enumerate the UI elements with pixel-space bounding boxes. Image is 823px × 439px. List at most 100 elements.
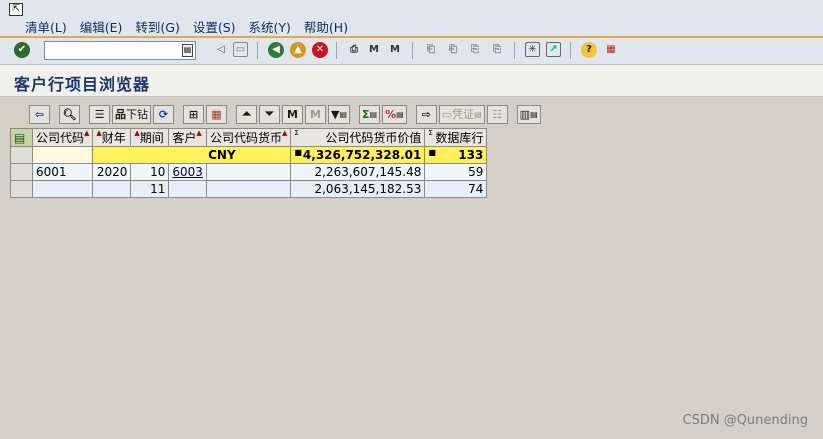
command-field[interactable]: ▤ [44, 41, 196, 60]
back-arrow-button[interactable]: ⇦ [29, 104, 50, 124]
cell-period[interactable]: 11 [130, 180, 170, 198]
cell-period[interactable]: 10 [130, 163, 170, 181]
subtotal-button[interactable]: % ▤ [382, 104, 407, 124]
layout-icon[interactable]: ▦ [603, 42, 619, 58]
total-currency-cell[interactable]: CNY [92, 146, 292, 164]
column-header-currency[interactable]: 公司代码货币▲ [205, 128, 292, 147]
binoculars-plus-icon: M [310, 107, 321, 121]
menu-goto[interactable]: 转到(G) [135, 17, 179, 36]
back-icon[interactable]: ◀ [268, 42, 284, 58]
next-page-icon[interactable]: ⎘ [467, 42, 483, 58]
menu-settings[interactable]: 设置(S) [193, 17, 236, 36]
triangle-left-icon[interactable]: ◁ [213, 42, 229, 58]
cell-value[interactable]: 2,063,145,182.53 [290, 180, 426, 198]
column-header-year[interactable]: ▲财年 [92, 128, 132, 147]
row-selector[interactable] [10, 180, 33, 198]
details-button[interactable]: 🔍︎ [59, 104, 80, 124]
cell-company[interactable]: 6001 [31, 163, 94, 181]
column-header-value[interactable]: Σ 公司代码货币价值 [290, 128, 426, 147]
menu-bar: ⇱ 清单(L) 编辑(E) 转到(G) 设置(S) 系统(Y) 帮助(H) [0, 0, 823, 38]
dropdown-icon: ▤ [339, 109, 348, 119]
layout-button[interactable]: ▥ ▤ [516, 104, 541, 124]
save-icon[interactable]: ▭ [233, 42, 248, 57]
voucher-label: 凭证 [452, 108, 475, 121]
menu-exit-icon[interactable]: ⇱ [9, 3, 23, 16]
total-company-cell[interactable] [31, 146, 94, 164]
sum-dot-icon: ■ [294, 148, 302, 157]
table-row: 6001 2020 10 6003 2,263,607,145.48 59 [10, 163, 488, 181]
magnifier-icon: 🔍︎ [62, 107, 77, 121]
drilldown-label: 下钻 [126, 108, 148, 121]
abc-button[interactable]: ☷ [486, 104, 508, 124]
grid-header-row: ▤ 公司代码▲ ▲财年 ▲期间 客户▲ 公司代码货币▲ Σ 公司代码货币价值 Σ数… [10, 128, 488, 147]
layout-columns-icon: ▥ [519, 107, 531, 121]
subtotal-icon: % [385, 107, 397, 121]
find-next-icon[interactable]: M [387, 42, 403, 58]
total-value-cell[interactable]: ■ 4,326,752,328.01 [290, 146, 426, 164]
export-button[interactable]: ⇨ [415, 104, 437, 124]
sort-ascending-icon: ⏶ [242, 107, 251, 120]
cell-count[interactable]: 74 [424, 180, 488, 198]
cell-customer[interactable] [168, 180, 207, 198]
cell-count[interactable]: 59 [424, 163, 488, 181]
menu-help[interactable]: 帮助(H) [304, 17, 348, 36]
menu-system[interactable]: 系统(Y) [249, 17, 291, 36]
sort-descending-button[interactable]: ⏷ [259, 104, 280, 124]
filter-button[interactable]: ▼ ▤ [328, 104, 351, 124]
arrow-right-icon: ⇨ [421, 107, 431, 121]
cell-company[interactable] [31, 180, 94, 198]
last-page-icon[interactable]: ⎘ [489, 42, 505, 58]
sum-marker-icon: Σ [294, 129, 299, 137]
dropdown-icon: ▤ [369, 109, 378, 119]
customer-link[interactable]: 6003 [172, 165, 203, 179]
find-next-button[interactable]: M [305, 104, 326, 124]
find-icon[interactable]: M [366, 42, 382, 58]
command-history-icon[interactable]: ▤ [182, 44, 193, 57]
row-selector[interactable] [10, 163, 33, 181]
exit-icon[interactable]: ▲ [290, 42, 306, 58]
cell-currency[interactable] [205, 163, 292, 181]
help-icon[interactable]: ? [581, 42, 597, 58]
cell-currency[interactable] [205, 180, 292, 198]
cell-value[interactable]: 2,263,607,145.48 [290, 163, 426, 181]
page-title: 客户行项目浏览器 [14, 75, 151, 94]
sum-button[interactable]: Σ ▤ [359, 104, 381, 124]
sum-icon: Σ [362, 107, 370, 121]
drilldown-button[interactable]: 品下钻 [112, 104, 151, 124]
cell-year[interactable] [92, 180, 132, 198]
refresh-button[interactable]: ⟳ [153, 104, 174, 124]
find-button[interactable]: M [282, 104, 303, 124]
cell-year[interactable]: 2020 [92, 163, 132, 181]
sort-marker-icon: ▲ [281, 129, 288, 137]
row-selector[interactable] [10, 146, 33, 164]
list-button[interactable]: ☰ [89, 104, 110, 124]
menu-items: 清单(L) 编辑(E) 转到(G) 设置(S) 系统(Y) 帮助(H) [25, 17, 348, 36]
first-page-icon[interactable]: ⎗ [423, 42, 439, 58]
column-header-period[interactable]: ▲期间 [130, 128, 170, 147]
column-header-row-count[interactable]: Σ 数据库行 [424, 128, 488, 147]
grid-button[interactable]: ▦ [206, 104, 227, 124]
sort-ascending-button[interactable]: ⏶ [236, 104, 257, 124]
enter-check-icon[interactable]: ✔ [14, 42, 30, 58]
voucher-button[interactable]: ▭ 凭证 ▤ [438, 104, 485, 124]
sum-marker-icon: Σ [428, 129, 433, 137]
menu-edit[interactable]: 编辑(E) [80, 17, 123, 36]
layout-change-button[interactable]: ⊞ [183, 104, 204, 124]
menu-list[interactable]: 清单(L) [25, 17, 67, 36]
shortcut-icon[interactable]: ↗ [546, 42, 561, 57]
cell-customer[interactable]: 6003 [168, 163, 207, 181]
total-count-cell[interactable]: ■ 133 [424, 146, 488, 164]
print-icon[interactable]: ⎙ [346, 42, 362, 58]
previous-page-icon[interactable]: ⎗ [445, 42, 461, 58]
dropdown-icon: ▤ [396, 109, 404, 119]
sort-marker-icon: ▲ [84, 129, 90, 137]
column-header-customer[interactable]: 客户▲ [168, 128, 207, 147]
title-bar: 客户行项目浏览器 [0, 65, 823, 97]
select-all-cell[interactable]: ▤ [10, 128, 33, 147]
refresh-icon: ⟳ [158, 107, 169, 121]
dropdown-icon: ▤ [474, 109, 482, 119]
table-row: 11 2,063,145,182.53 74 [10, 180, 488, 198]
column-header-company[interactable]: 公司代码▲ [31, 128, 94, 147]
new-session-icon[interactable]: ✳ [525, 42, 540, 57]
cancel-icon[interactable]: ✕ [312, 42, 328, 58]
